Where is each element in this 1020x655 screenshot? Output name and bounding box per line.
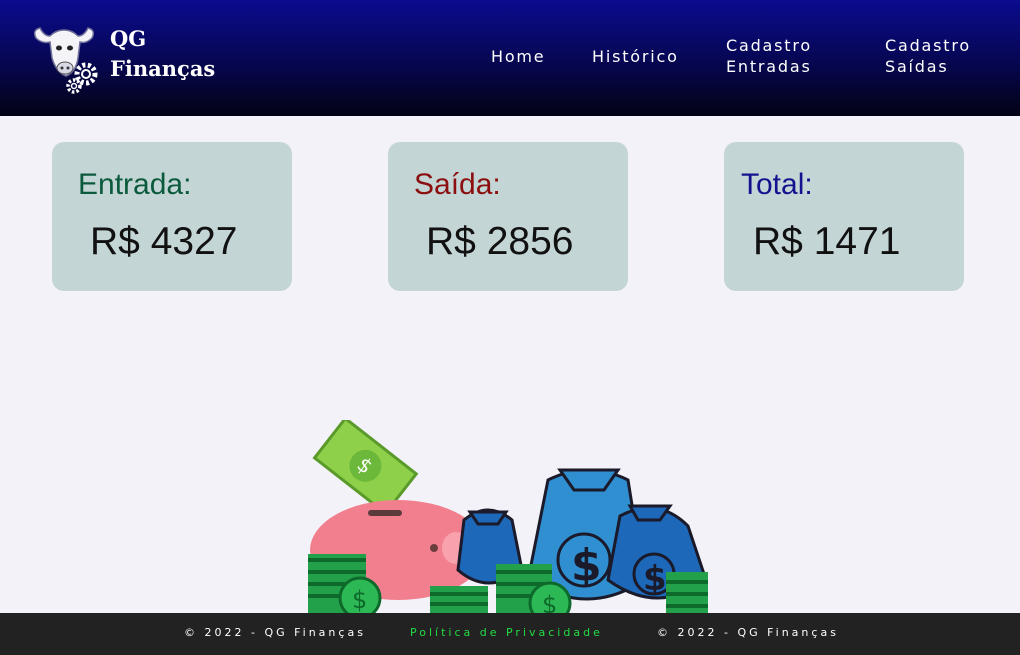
card-saida-value: R$ 2856 — [426, 220, 574, 263]
nav-historico[interactable]: Histórico — [592, 46, 679, 67]
brand-line-2: Finanças — [110, 56, 216, 81]
nav-cadastro-saidas-line1: Cadastro — [885, 36, 971, 55]
card-total-label: Total: — [741, 168, 813, 201]
nav-home[interactable]: Home — [491, 46, 545, 67]
nav-cadastro-entradas-line1: Cadastro — [726, 36, 812, 55]
svg-text:$: $ — [571, 540, 602, 591]
card-total: Total: R$ 1471 — [724, 142, 964, 291]
nav-cadastro-entradas-line2: Entradas — [726, 57, 812, 76]
card-total-value: R$ 1471 — [753, 220, 901, 263]
card-entrada-value: R$ 4327 — [90, 220, 238, 263]
brand-name: QG Finanças — [110, 24, 215, 84]
footer-copyright-right: © 2022 - QG Finanças — [657, 626, 839, 639]
svg-text:$: $ — [643, 559, 667, 599]
svg-text:$: $ — [542, 591, 557, 613]
card-saida-label: Saída: — [414, 168, 501, 201]
svg-text:$: $ — [352, 586, 367, 613]
footer-privacy-policy-link[interactable]: Política de Privacidade — [410, 626, 603, 639]
card-saida: Saída: R$ 2856 — [388, 142, 628, 291]
brand-line-1: QG — [110, 26, 147, 51]
nav-cadastro-entradas[interactable]: Cadastro Entradas — [726, 35, 812, 77]
nav-cadastro-saidas-line2: Saídas — [885, 57, 949, 76]
footer-copyright-left: © 2022 - QG Finanças — [184, 626, 366, 639]
card-entrada-label: Entrada: — [78, 168, 192, 201]
cow-gear-icon — [33, 27, 98, 94]
piggy-bank-money-bags-icon: $ $ $ $ $ — [308, 420, 708, 613]
footer: © 2022 - QG Finanças Política de Privaci… — [0, 613, 1020, 655]
card-entrada: Entrada: R$ 4327 — [52, 142, 292, 291]
brand-logo[interactable]: QG Finanças — [30, 18, 220, 98]
nav-cadastro-saidas[interactable]: Cadastro Saídas — [885, 35, 971, 77]
header: QG Finanças Home Histórico Cadastro Entr… — [0, 0, 1020, 116]
